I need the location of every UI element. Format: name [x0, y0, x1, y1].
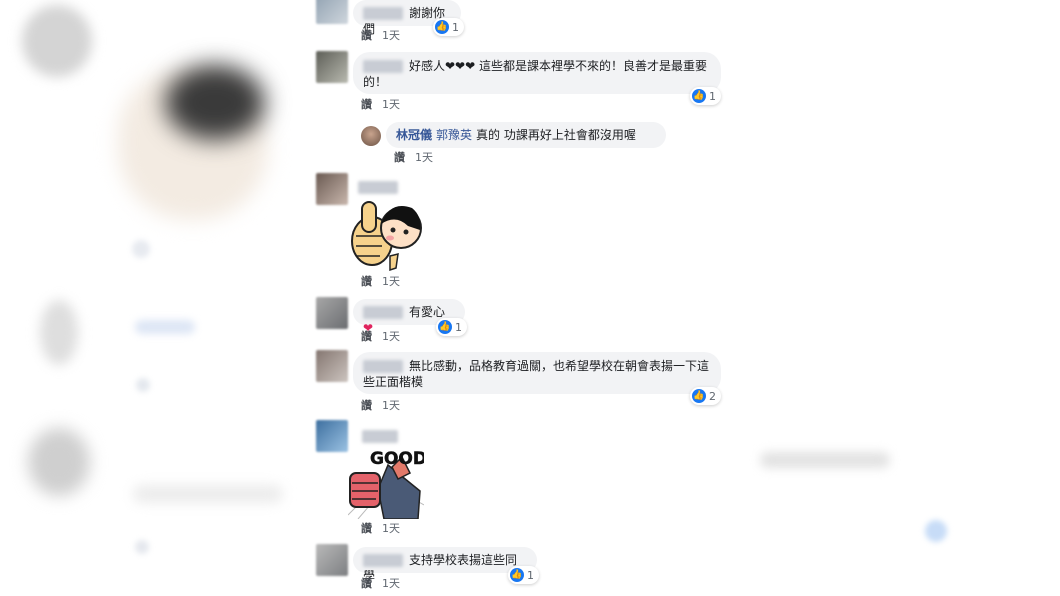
- sticker-text: GOOD: [370, 449, 424, 469]
- timestamp[interactable]: 1天: [382, 275, 400, 288]
- comment-bubble: 無比感動，品格教育過關，也希望學校在朝會表揚一下這些正面楷模: [353, 352, 721, 394]
- timestamp[interactable]: 1天: [415, 151, 433, 164]
- avatar[interactable]: [361, 126, 381, 146]
- mention-link[interactable]: 郭豫英: [436, 128, 472, 142]
- comment-meta: 讚 1天: [361, 328, 400, 344]
- blurred-name[interactable]: [362, 430, 398, 443]
- timestamp[interactable]: 1天: [382, 399, 400, 412]
- avatar[interactable]: [316, 420, 348, 452]
- timestamp[interactable]: 1天: [382, 577, 400, 590]
- blurred-background: [135, 540, 149, 554]
- like-link[interactable]: 讚: [394, 151, 405, 164]
- avatar[interactable]: [316, 350, 348, 382]
- blurred-background: [136, 378, 150, 392]
- avatar[interactable]: [316, 0, 348, 24]
- blurred-name[interactable]: [363, 306, 403, 319]
- comment-text: 真的 功課再好上社會都沒用喔: [476, 128, 636, 142]
- blurred-background: [925, 520, 947, 542]
- reaction-count[interactable]: 👍 2: [690, 387, 721, 405]
- blurred-name[interactable]: [363, 7, 403, 20]
- blurred-name[interactable]: [358, 181, 398, 194]
- thumbs-up-sticker: [351, 201, 422, 272]
- reaction-count[interactable]: 👍 1: [436, 318, 467, 336]
- blurred-name[interactable]: [363, 360, 403, 373]
- timestamp[interactable]: 1天: [382, 330, 400, 343]
- like-link[interactable]: 讚: [361, 399, 372, 412]
- comment-meta: 讚 1天: [361, 96, 400, 112]
- reaction-count[interactable]: 👍 1: [690, 87, 721, 105]
- blurred-name[interactable]: [363, 554, 403, 567]
- blurred-background: [28, 428, 90, 496]
- blurred-name[interactable]: [363, 60, 403, 73]
- avatar[interactable]: [316, 544, 348, 576]
- blurred-background: [40, 300, 78, 365]
- blurred-background: [165, 65, 265, 140]
- comment-bubble: 好感人❤❤❤ 這些都是課本裡學不來的！良善才是最重要的！: [353, 52, 721, 94]
- commenter-name[interactable]: 林冠儀: [396, 128, 432, 142]
- reaction-count[interactable]: 👍 1: [508, 566, 539, 584]
- avatar[interactable]: [316, 51, 348, 83]
- like-link[interactable]: 讚: [361, 275, 372, 288]
- reaction-count[interactable]: 👍 1: [433, 18, 464, 36]
- blurred-background: [135, 320, 195, 334]
- blurred-background: [132, 240, 150, 258]
- reply-bubble: 林冠儀 郭豫英 真的 功課再好上社會都沒用喔: [386, 122, 666, 148]
- like-link[interactable]: 讚: [361, 577, 372, 590]
- like-link[interactable]: 讚: [361, 29, 372, 42]
- thumbs-up-icon: 👍: [435, 20, 449, 34]
- blurred-background: [760, 452, 890, 468]
- blurred-background: [22, 5, 92, 77]
- avatar[interactable]: [316, 173, 348, 205]
- thumbs-up-icon: 👍: [692, 389, 706, 403]
- blurred-background: [133, 485, 283, 503]
- comment-meta: 讚 1天: [361, 397, 400, 413]
- timestamp[interactable]: 1天: [382, 98, 400, 111]
- timestamp[interactable]: 1天: [382, 29, 400, 42]
- like-link[interactable]: 讚: [361, 98, 372, 111]
- comment-text: 無比感動，品格教育過關，也希望學校在朝會表揚一下這些正面楷模: [363, 359, 710, 389]
- comment-text: 好感人❤❤❤ 這些都是課本裡學不來的！良善才是最重要的！: [363, 59, 707, 89]
- comment-meta: 讚 1天: [361, 273, 400, 289]
- good-sticker: GOOD: [348, 449, 424, 519]
- comment-meta: 讚 1天: [361, 575, 400, 591]
- avatar[interactable]: [316, 297, 348, 329]
- thumbs-up-icon: 👍: [438, 320, 452, 334]
- comment-text: 有愛心: [409, 305, 446, 319]
- timestamp[interactable]: 1天: [382, 522, 400, 535]
- thumbs-up-icon: 👍: [692, 89, 706, 103]
- comment-meta: 讚 1天: [361, 27, 400, 43]
- comment-meta: 讚 1天: [394, 149, 433, 165]
- like-link[interactable]: 讚: [361, 522, 372, 535]
- like-link[interactable]: 讚: [361, 330, 372, 343]
- comment-meta: 讚 1天: [361, 520, 400, 536]
- thumbs-up-icon: 👍: [510, 568, 524, 582]
